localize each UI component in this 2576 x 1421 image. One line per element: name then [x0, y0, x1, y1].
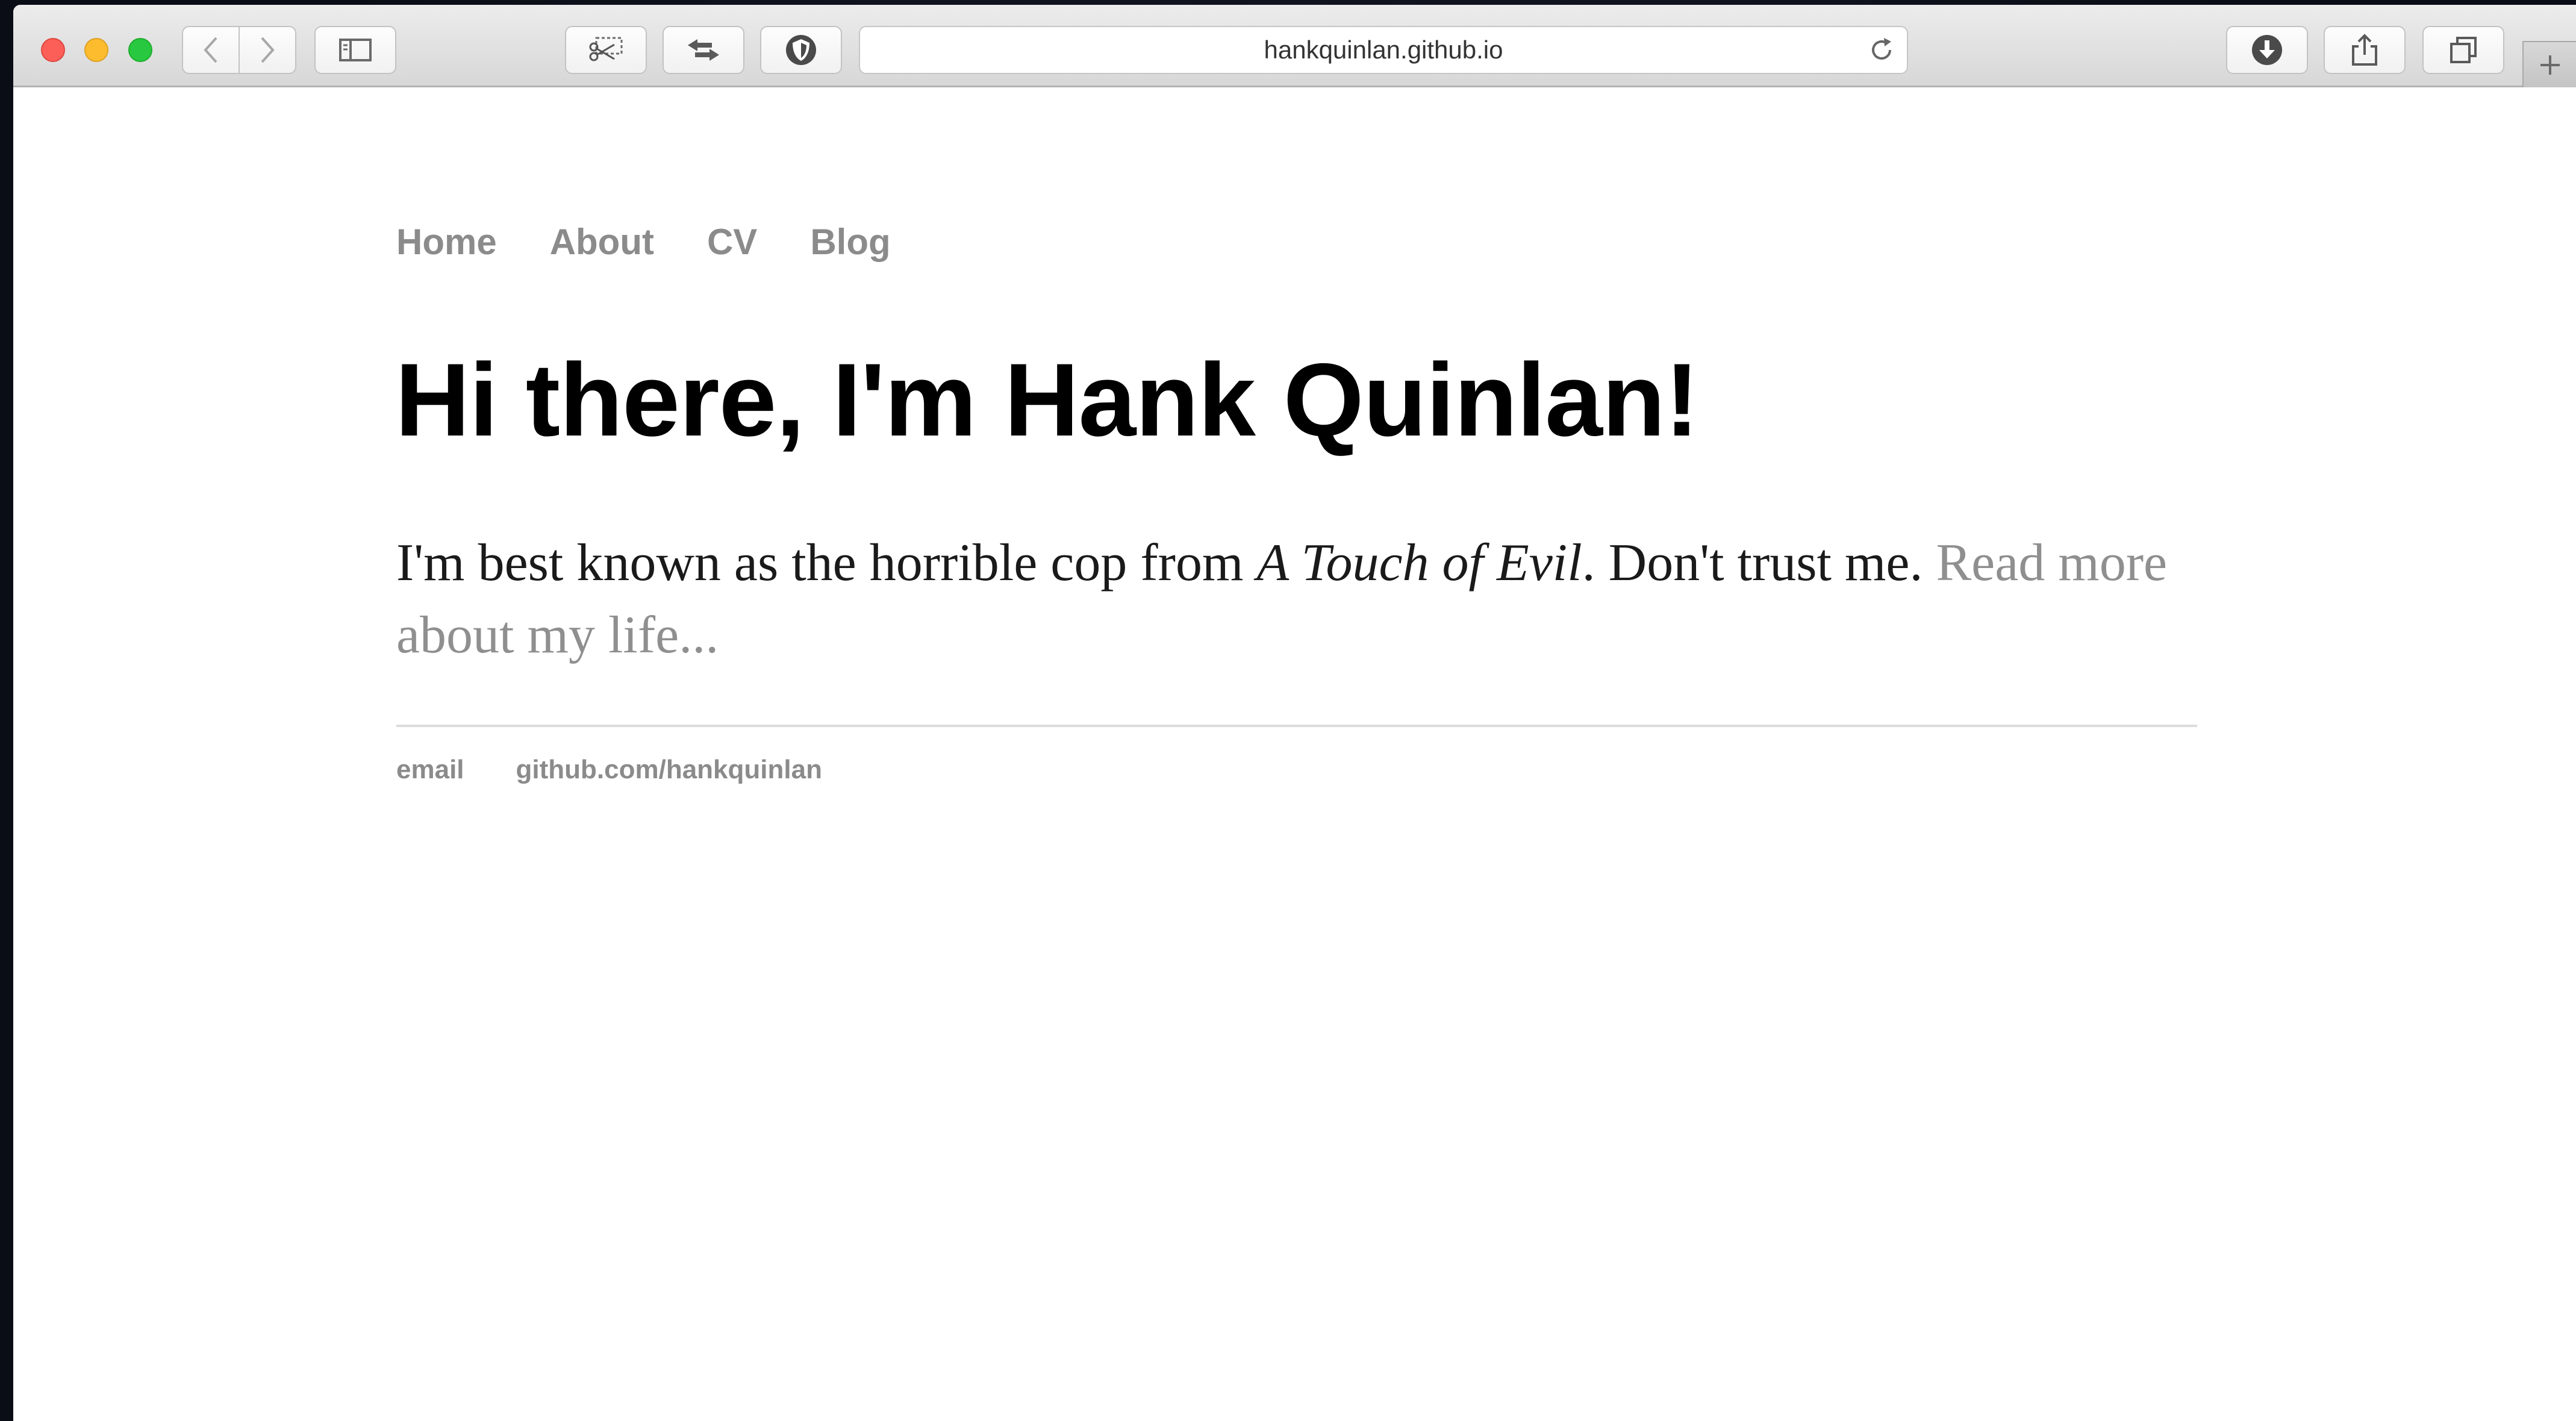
privacy-button[interactable] — [760, 26, 842, 74]
page-title: Hi there, I'm Hank Quinlan! — [395, 342, 1699, 458]
footer-divider — [396, 725, 2197, 727]
sidebar-toggle-button[interactable] — [314, 26, 396, 74]
footer-link-email[interactable]: email — [396, 755, 464, 785]
swap-button[interactable] — [663, 26, 744, 74]
intro-text-start: I'm best known as the horrible cop from — [396, 534, 1257, 592]
back-button[interactable] — [182, 26, 240, 74]
share-icon — [2352, 34, 2377, 66]
intro-film-title: A Touch of Evil — [1256, 534, 1582, 592]
clip-button[interactable] — [565, 26, 647, 74]
browser-toolbar: hankquinlan.github.io — [13, 5, 2576, 87]
address-bar[interactable]: hankquinlan.github.io — [859, 26, 1908, 74]
downloads-button[interactable] — [2226, 26, 2308, 74]
chevron-left-icon — [204, 37, 217, 63]
shield-icon — [786, 35, 816, 65]
new-tab-button[interactable] — [2522, 41, 2576, 87]
tab-overview-button[interactable] — [2422, 26, 2504, 74]
share-button[interactable] — [2324, 26, 2406, 74]
maximize-window-button[interactable] — [128, 38, 152, 62]
address-text[interactable]: hankquinlan.github.io — [860, 27, 1907, 73]
minimize-window-button[interactable] — [84, 38, 108, 62]
swap-arrows-icon — [688, 39, 719, 61]
desktop: hankquinlan.github.io Home About CV Blog… — [0, 0, 2576, 1421]
nav-link-about[interactable]: About — [550, 221, 654, 263]
close-window-button[interactable] — [41, 38, 65, 62]
chevron-right-icon — [261, 37, 275, 63]
sidebar-icon — [339, 39, 372, 61]
nav-link-cv[interactable]: CV — [707, 221, 757, 263]
reload-icon[interactable] — [1868, 37, 1895, 63]
download-icon — [2252, 35, 2282, 65]
plus-icon — [2540, 55, 2560, 75]
nav-link-blog[interactable]: Blog — [810, 221, 890, 263]
scissors-icon — [589, 37, 623, 61]
nav-link-home[interactable]: Home — [396, 221, 497, 263]
forward-button[interactable] — [239, 26, 296, 74]
tabs-overview-icon — [2450, 37, 2477, 63]
site-nav: Home About CV Blog — [396, 221, 891, 263]
intro-text-end: . Don't trust me. — [1582, 534, 1936, 592]
browser-window: hankquinlan.github.io Home About CV Blog… — [13, 5, 2576, 1421]
intro-paragraph: I'm best known as the horrible cop from … — [396, 527, 2197, 672]
footer-links: email github.com/hankquinlan — [396, 755, 822, 785]
footer-link-github[interactable]: github.com/hankquinlan — [516, 755, 822, 785]
web-page: Home About CV Blog Hi there, I'm Hank Qu… — [13, 87, 2576, 1421]
